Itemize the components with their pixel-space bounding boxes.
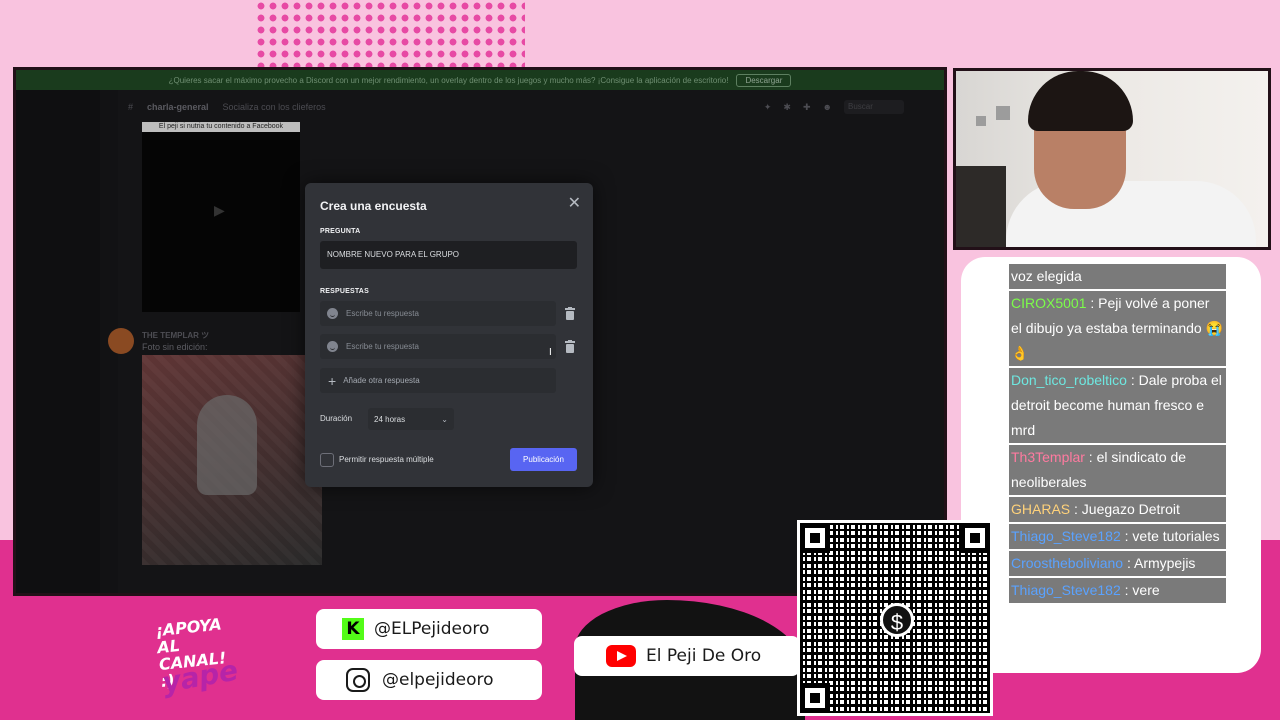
- chat-text: : vere: [1120, 582, 1160, 598]
- answers-label: RESPUESTAS: [320, 288, 369, 295]
- qr-finder: [800, 683, 830, 713]
- hash-icon: #: [128, 102, 134, 112]
- video-caption: El peji si nutria tu contenido a Faceboo…: [142, 122, 300, 132]
- question-label: PREGUNTA: [320, 228, 361, 235]
- wall-decoration: [976, 116, 986, 126]
- channel-header: # charla-general Socializa con los clief…: [118, 90, 944, 124]
- chat-message: Thiago_Steve182 : vere: [1009, 578, 1226, 603]
- instagram-pill: @elpejideoro: [316, 660, 542, 700]
- qr-finder: [800, 523, 830, 553]
- chat-username: Don_tico_robeltico: [1011, 372, 1127, 388]
- qr-pattern: $: [800, 523, 990, 713]
- members-icon[interactable]: ☻: [823, 102, 832, 112]
- answer-row[interactable]: [320, 301, 556, 326]
- trash-icon[interactable]: [564, 340, 576, 353]
- chat-username: Thiago_Steve182: [1011, 582, 1121, 598]
- poll-modal: Crea una encuesta ✕ PREGUNTA NOMBRE NUEV…: [305, 183, 593, 487]
- chat-message: Th3Templar : el sindicato de neoliberale…: [1009, 445, 1226, 495]
- answer-input[interactable]: [346, 342, 526, 351]
- multiple-answers-label[interactable]: Permitir respuesta múltiple: [339, 455, 434, 464]
- emoji-icon[interactable]: [327, 341, 338, 352]
- instagram-handle: @elpejideoro: [382, 670, 494, 690]
- question-input[interactable]: NOMBRE NUEVO PARA EL GRUPO: [320, 241, 577, 269]
- dollar-icon: $: [880, 603, 914, 637]
- person-hair: [1028, 71, 1133, 131]
- video-embed[interactable]: El peji si nutria tu contenido a Faceboo…: [142, 122, 300, 312]
- chat-message: voz elegida: [1009, 264, 1226, 289]
- trash-icon[interactable]: [564, 307, 576, 320]
- chat-username: Thiago_Steve182: [1011, 528, 1121, 544]
- download-banner: ¿Quieres sacar el máximo provecho a Disc…: [16, 70, 944, 90]
- pin-icon[interactable]: ✚: [803, 102, 811, 113]
- threads-icon[interactable]: ✦: [764, 102, 772, 113]
- chat-text: : vete tutoriales: [1120, 528, 1220, 544]
- avatar[interactable]: [108, 328, 134, 354]
- publish-button[interactable]: Publicación: [510, 448, 577, 471]
- chat-username: Th3Templar: [1011, 449, 1085, 465]
- youtube-pill: El Peji De Oro: [574, 636, 800, 676]
- play-icon[interactable]: ▶: [214, 202, 225, 219]
- chat-message: CIROX5001 : Peji volvé a poner el dibujo…: [1009, 291, 1226, 366]
- chat-message: Thiago_Steve182 : vete tutoriales: [1009, 524, 1226, 549]
- wall-decoration: [996, 106, 1010, 120]
- chat-list: voz elegida CIROX5001 : Peji volvé a pone…: [1009, 264, 1226, 666]
- channel-name: charla-general: [147, 102, 209, 112]
- halftone-decoration: [255, 0, 525, 70]
- duration-select[interactable]: 24 horas ⌄: [368, 408, 454, 430]
- message-author[interactable]: THE TEMPLAR ツ: [142, 330, 209, 341]
- chat-text: : Juegazo Detroit: [1070, 501, 1180, 517]
- chat-username: CIROX5001: [1011, 295, 1087, 311]
- webcam-feed: [953, 68, 1271, 250]
- chat-message: GHARAS : Juegazo Detroit: [1009, 497, 1226, 522]
- emoji-icon[interactable]: [327, 308, 338, 319]
- text-cursor-icon: I: [549, 347, 552, 358]
- youtube-icon: [606, 645, 636, 667]
- instagram-icon: [346, 668, 370, 692]
- banner-text: ¿Quieres sacar el máximo provecho a Disc…: [168, 75, 729, 85]
- chat-username: Croostheboliviano: [1011, 555, 1124, 571]
- close-icon[interactable]: ✕: [568, 193, 581, 213]
- comic-figure: [197, 395, 257, 495]
- channel-topic: Socializa con los clieferos: [222, 102, 326, 112]
- plus-icon: +: [328, 372, 337, 389]
- comic-image[interactable]: [142, 355, 322, 565]
- add-answer-label: Añade otra respuesta: [343, 376, 420, 385]
- chevron-down-icon: ⌄: [441, 414, 448, 424]
- chat-message: Croostheboliviano : Armypejis: [1009, 551, 1226, 576]
- search-input[interactable]: Buscar: [844, 100, 904, 114]
- duration-label: Duración: [320, 414, 353, 423]
- chat-message: Don_tico_robeltico : Dale proba el detro…: [1009, 368, 1226, 443]
- chat-text: voz elegida: [1011, 268, 1082, 284]
- notification-icon[interactable]: ✱: [783, 102, 791, 113]
- shelf: [956, 166, 1006, 247]
- kick-handle: @ELPejideoro: [374, 619, 490, 639]
- qr-code: $: [797, 520, 993, 716]
- server-sidebar[interactable]: [16, 90, 100, 593]
- kick-icon: K: [342, 618, 364, 640]
- duration-value: 24 horas: [374, 414, 406, 424]
- multiple-answers-checkbox[interactable]: [320, 453, 334, 467]
- message-text: Foto sin edición:: [142, 342, 208, 352]
- answer-row[interactable]: [320, 334, 556, 359]
- modal-title: Crea una encuesta: [320, 199, 427, 213]
- chat-username: GHARAS: [1011, 501, 1071, 517]
- download-button[interactable]: Descargar: [736, 73, 792, 87]
- kick-pill: K @ELPejideoro: [316, 609, 542, 649]
- qr-finder: [960, 523, 990, 553]
- chat-text: : Armypejis: [1123, 555, 1196, 571]
- header-tools: ✦ ✱ ✚ ☻ Buscar: [764, 100, 944, 114]
- youtube-channel: El Peji De Oro: [646, 646, 762, 666]
- answer-input[interactable]: [346, 309, 526, 318]
- add-answer-button[interactable]: + Añade otra respuesta: [320, 368, 556, 393]
